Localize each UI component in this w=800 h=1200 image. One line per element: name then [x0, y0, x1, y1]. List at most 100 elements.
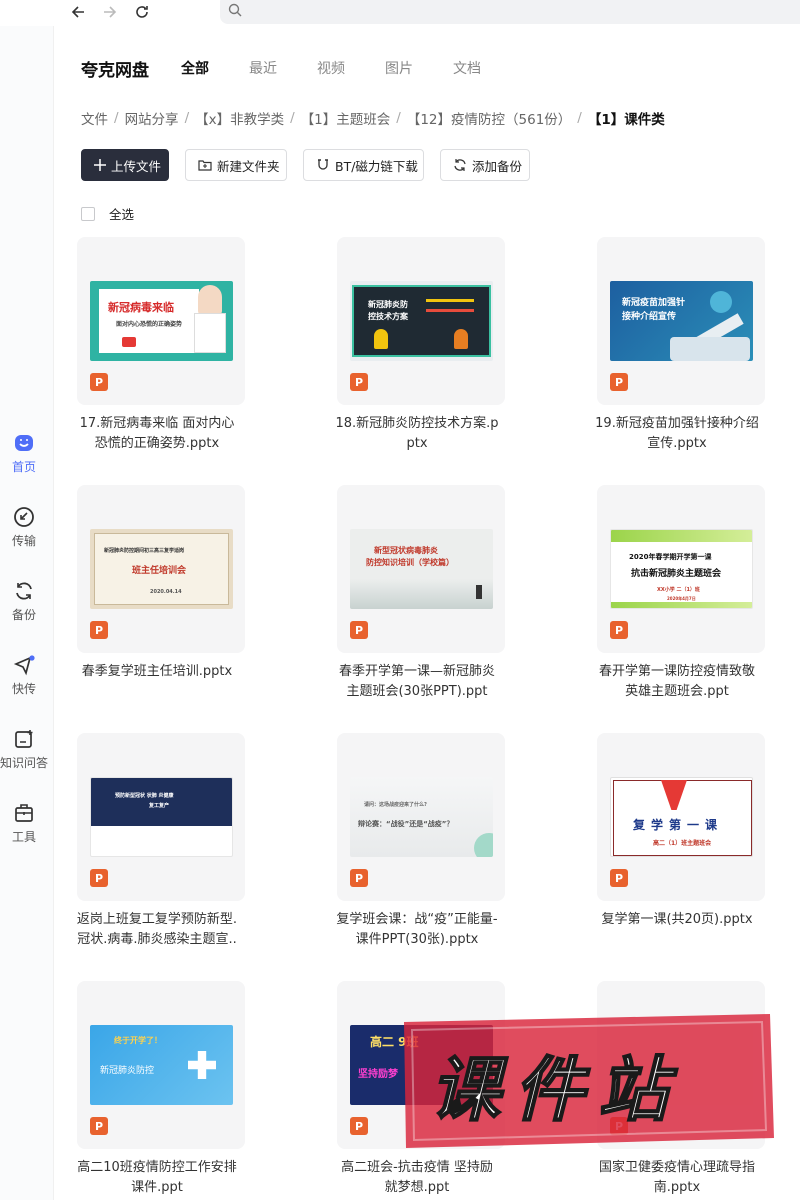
file-name[interactable]: 返岗上班复工复学预防新型. 冠状.病毒.肺炎感染主题宣.. [57, 910, 257, 950]
thumbnail-subtitle: 控技术方案 [368, 312, 408, 321]
file-card[interactable]: 预防新型冠状 状肺 炎健康 复工复产 P [77, 733, 245, 901]
tab-documents[interactable]: 文档 [453, 58, 481, 78]
plus-icon [94, 159, 106, 171]
file-thumbnail: 终于开学了！ 新冠肺炎防控 [90, 1025, 233, 1105]
select-all-checkbox[interactable] [81, 206, 95, 221]
file-name-line: 春季开学第一课—新冠肺炎 [338, 664, 495, 679]
thumbnail-title: 复学第一课 [633, 818, 724, 832]
thumbnail-class: XX小学 二（1）班 [657, 587, 700, 593]
sidebar-item-quick-send[interactable]: 快传 [0, 654, 48, 697]
file-name-line: 就梦想.ppt [384, 1180, 450, 1195]
sidebar-item-transfer[interactable]: 传输 [0, 506, 48, 549]
file-name[interactable]: 国家卫健委疫情心理疏导指 南.pptx [577, 1158, 777, 1198]
file-name[interactable]: 春季复学班主任培训.pptx [57, 662, 257, 682]
bt-download-button[interactable]: BT/磁力链下载 [303, 149, 424, 181]
refresh-icon[interactable] [130, 0, 154, 24]
new-folder-button-label: 新建文件夹 [217, 158, 280, 174]
breadcrumb-item[interactable]: 文件 [81, 108, 108, 128]
add-backup-button[interactable]: 添加备份 [440, 149, 530, 181]
select-all[interactable]: 全选 [81, 204, 134, 223]
breadcrumb-item[interactable]: 【x】非教学类 [195, 108, 284, 128]
file-name-line: ptx [406, 436, 428, 451]
ppt-file-icon: P [610, 869, 628, 887]
breadcrumb-item[interactable]: 【12】疫情防控（561份） [407, 108, 571, 128]
tab-all[interactable]: 全部 [181, 58, 209, 78]
file-name-line: 返岗上班复工复学预防新型. [76, 912, 238, 927]
file-name[interactable]: 复学班会课：战“疫”正能量- 课件PPT(30张).pptx [317, 910, 517, 950]
file-name[interactable]: 17.新冠病毒来临 面对内心 恐慌的正确姿势.pptx [57, 414, 257, 454]
file-name-line: 冠状.病毒.肺炎感染主题宣.. [77, 932, 237, 947]
thumbnail-header: 新冠肺炎防控期间初三高三复学适岗 [104, 548, 185, 554]
file-card[interactable]: 新冠肺炎防 控技术方案 P [337, 237, 505, 405]
breadcrumb-item[interactable]: 【1】主题班会 [301, 108, 391, 128]
file-thumbnail: 新型冠状病毒肺炎 防控知识培训（学校篇） [350, 529, 493, 609]
ppt-file-icon: P [350, 869, 368, 887]
sidebar-item-home[interactable]: 首页 [0, 432, 48, 475]
file-name[interactable]: 高二班会-抗击疫情 坚持励 就梦想.ppt [317, 1158, 517, 1198]
thumbnail-subtitle: 防控知识培训（学校篇） [366, 558, 454, 567]
tab-images[interactable]: 图片 [385, 58, 413, 78]
file-name[interactable]: 18.新冠肺炎防控技术方案.p ptx [317, 414, 517, 454]
new-folder-button[interactable]: 新建文件夹 [185, 149, 287, 181]
tab-recent[interactable]: 最近 [249, 58, 277, 78]
sidebar-item-label: 首页 [11, 460, 36, 474]
sidebar-item-label: 知识问答 [0, 756, 49, 770]
sidebar-item-qa[interactable]: 知识问答 [0, 728, 48, 771]
thumbnail-subtitle: 高二（1）班主题班会 [653, 840, 712, 847]
watermark-text: 课件站 [429, 1048, 682, 1132]
file-thumbnail: 复学第一课 高二（1）班主题班会 [610, 777, 753, 857]
watermark-logo: 课件站 [400, 1012, 778, 1150]
ppt-file-icon: P [90, 1117, 108, 1135]
file-name[interactable]: 19.新冠疫苗加强针接种介绍 宣传.pptx [577, 414, 777, 454]
thumbnail-question: 请问：这场战疫迎来了什么? [364, 802, 427, 808]
thumbnail-subtitle: 面对内心恐慌的正确姿势 [116, 321, 183, 328]
sidebar-item-backup[interactable]: 备份 [0, 580, 48, 623]
file-thumbnail: 请问：这场战疫迎来了什么? 辩论赛：“战役”还是“战疫”？ [350, 777, 493, 857]
magnet-icon [316, 158, 330, 172]
file-card[interactable]: 终于开学了！ 新冠肺炎防控 P [77, 981, 245, 1149]
thumbnail-title: 抗击新冠肺炎主题班会 [631, 569, 722, 579]
thumbnail-subtitle: 接种介绍宣传 [622, 312, 677, 322]
file-card[interactable]: 新型冠状病毒肺炎 防控知识培训（学校篇） P [337, 485, 505, 653]
thumbnail-title: 新冠疫苗加强针 [622, 298, 686, 308]
file-name[interactable]: 春开学第一课防控疫情致敬 英雄主题班会.ppt [577, 662, 777, 702]
ppt-file-icon: P [350, 1117, 368, 1135]
transfer-icon [14, 507, 34, 527]
file-card[interactable]: 复学第一课 高二（1）班主题班会 P [597, 733, 765, 901]
breadcrumb-separator: / [290, 110, 295, 126]
sidebar-item-label: 快传 [11, 682, 36, 696]
address-bar[interactable] [220, 0, 800, 24]
file-name-line: 高二10班疫情防控工作安排 [77, 1160, 237, 1175]
thumbnail-title: 预防新型冠状 状肺 炎健康 [115, 793, 174, 799]
breadcrumb-item[interactable]: 网站分享 [125, 108, 179, 128]
file-thumbnail: 新冠疫苗加强针 接种介绍宣传 [610, 281, 753, 361]
quick-send-icon [13, 655, 35, 676]
ppt-file-icon: P [350, 621, 368, 639]
file-name-line: 17.新冠病毒来临 面对内心 [79, 416, 235, 431]
upload-button[interactable]: 上传文件 [81, 149, 169, 181]
file-card[interactable]: 新冠肺炎防控期间初三高三复学适岗 班主任培训会 2020.04.14 P [77, 485, 245, 653]
sidebar-item-label: 备份 [11, 608, 36, 622]
sidebar: 首页 传输 备份 快传 知识问答 工具 [0, 26, 54, 1200]
breadcrumb-separator: / [114, 110, 119, 126]
file-card[interactable]: 2020年春学期开学第一课 抗击新冠肺炎主题班会 XX小学 二（1）班 2020… [597, 485, 765, 653]
back-arrow-icon[interactable] [66, 0, 90, 24]
ppt-file-icon: P [90, 373, 108, 391]
thumbnail-subtitle: 新冠肺炎防控 [100, 1066, 155, 1076]
file-card[interactable]: 请问：这场战疫迎来了什么? 辩论赛：“战役”还是“战疫”？ P [337, 733, 505, 901]
file-name[interactable]: 春季开学第一课—新冠肺炎 主题班会(30张PPT).ppt [317, 662, 517, 702]
file-name[interactable]: 复学第一课(共20页).pptx [577, 910, 777, 930]
file-card[interactable]: 新冠疫苗加强针 接种介绍宣传 P [597, 237, 765, 405]
ppt-file-icon: P [610, 373, 628, 391]
sidebar-item-tools[interactable]: 工具 [0, 802, 48, 845]
upload-button-label: 上传文件 [111, 158, 162, 174]
add-backup-button-label: 添加备份 [472, 158, 523, 174]
forward-arrow-icon[interactable] [98, 0, 122, 24]
file-name-line: 南.pptx [653, 1180, 701, 1195]
file-thumbnail: 新冠病毒来临 面对内心恐慌的正确姿势 [90, 281, 233, 361]
thumbnail-title: 新冠肺炎防 [368, 300, 408, 309]
file-name-line: 复学第一课(共20页).pptx [601, 912, 753, 927]
tab-video[interactable]: 视频 [317, 58, 345, 78]
file-name[interactable]: 高二10班疫情防控工作安排 课件.ppt [57, 1158, 257, 1198]
file-card[interactable]: 新冠病毒来临 面对内心恐慌的正确姿势 P [77, 237, 245, 405]
